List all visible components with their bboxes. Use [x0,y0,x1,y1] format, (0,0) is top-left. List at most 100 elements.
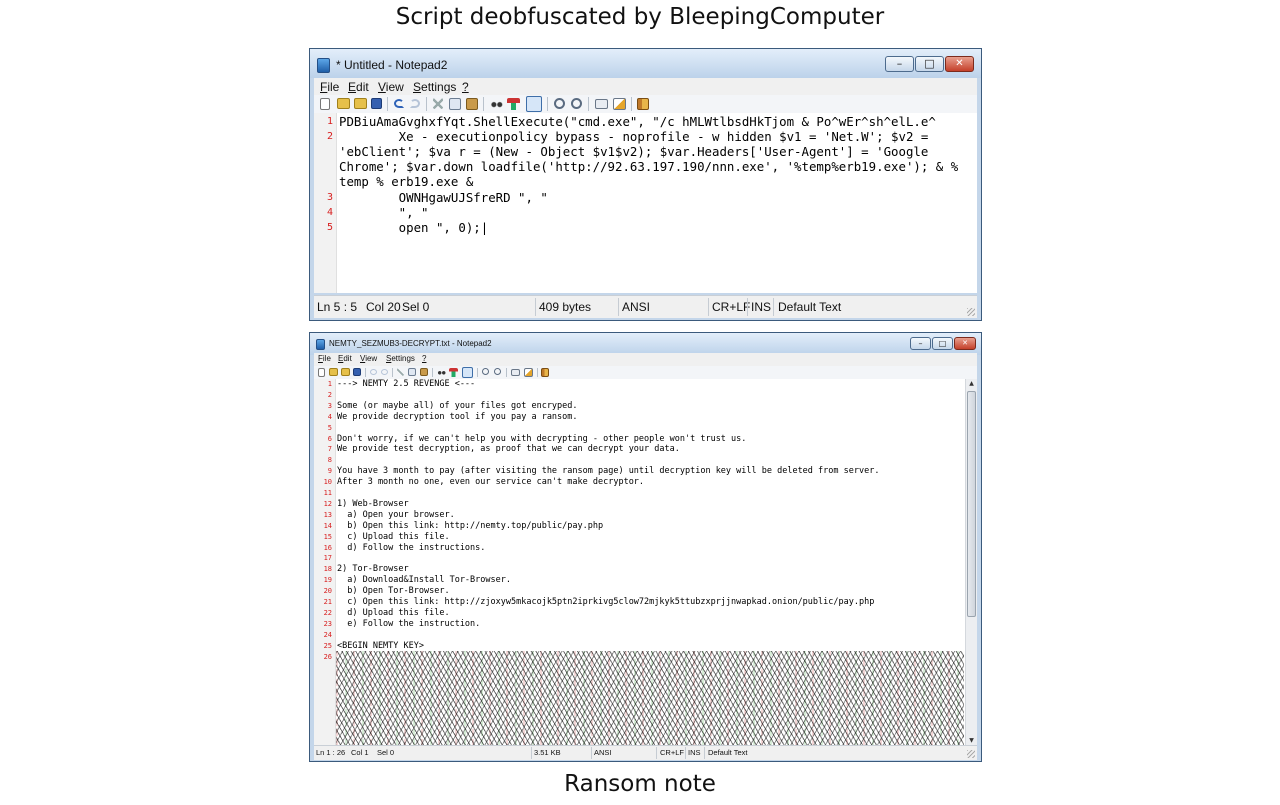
code-line: We provide decryption tool if you pay a … [337,411,578,422]
code-line: We provide test decryption, as proof tha… [337,444,680,455]
browse-folder-icon[interactable] [341,368,350,376]
menu-edit[interactable]: Edit [348,80,369,94]
menu-settings[interactable]: Settings [386,354,415,363]
title-bar[interactable]: NEMTY_SEZMUB3-DECRYPT.txt - Notepad2 – □… [310,333,981,355]
line-number-gutter: 1 2 3 4 5 [314,113,337,293]
redo-icon [381,369,388,375]
menu-settings[interactable]: Settings [413,80,456,94]
new-file-icon[interactable] [318,368,325,377]
find-icon[interactable] [490,98,503,109]
menu-edit[interactable]: Edit [338,354,352,363]
replace-icon[interactable] [507,98,520,110]
menu-view[interactable]: View [360,354,377,363]
maximize-button[interactable]: □ [915,56,944,72]
menu-help[interactable]: ? [462,80,469,94]
scheme-icon[interactable] [595,99,608,109]
line-number: 26 [323,652,332,661]
scroll-up-arrow[interactable]: ▲ [966,379,977,389]
line-number: 21 [323,598,332,606]
line-number: 14 [323,521,332,530]
customize-scheme-icon[interactable] [613,98,626,110]
line-number: 25 [323,641,332,650]
status-size: 3.51 KB [534,748,561,757]
status-insert-mode: INS [751,300,772,314]
find-icon[interactable] [437,368,446,376]
scrollbar-thumb[interactable] [967,391,976,617]
word-wrap-icon[interactable] [526,96,542,112]
save-icon[interactable] [371,98,382,109]
code-line: d) Upload this file. [337,607,450,618]
status-column: Col 20 [366,300,401,314]
menu-view[interactable]: View [378,80,404,94]
line-number: 20 [323,587,332,596]
line-number-gutter: 1 2 3 4 5 6 7 8 9 10 11 12 13 14 15 16 17 18 19 20 21 22 23 24 2… [314,379,336,746]
status-scheme: Default Text [778,300,842,314]
word-wrap-icon[interactable] [462,367,473,378]
code-line: a) Download&Install Tor-Browser. [337,575,511,586]
cut-icon [433,98,443,109]
code-line: b) Open Tor-Browser. [337,586,450,597]
open-folder-icon[interactable] [337,98,350,109]
status-column: Col 1 [351,748,369,757]
zoom-in-icon[interactable] [482,368,489,375]
zoom-out-icon[interactable] [494,368,501,375]
paste-icon[interactable] [466,98,478,110]
zoom-in-icon[interactable] [554,98,565,109]
line-number: 9 [327,467,332,476]
customize-scheme-icon[interactable] [524,368,533,377]
window-title: * Untitled - Notepad2 [336,58,448,72]
menu-help[interactable]: ? [422,354,426,363]
new-file-icon[interactable] [320,98,330,110]
menu-file[interactable]: File [318,354,331,363]
line-number: 10 [323,478,332,487]
exit-icon[interactable] [637,98,649,110]
code-line: <BEGIN NEMTY KEY> [337,640,424,651]
line-number: 23 [323,619,332,628]
resize-grip[interactable] [967,750,975,758]
close-button[interactable]: ✕ [945,56,974,72]
line-number: 12 [323,499,332,508]
zoom-out-icon[interactable] [571,98,582,109]
code-line: 2) Tor-Browser [337,564,409,575]
line-number: 13 [323,510,332,519]
code-line: Some (or maybe all) of your files got en… [337,400,578,411]
status-bar: Ln 1 : 26 Col 1 Sel 0 3.51 KB ANSI CR+LF… [314,745,977,760]
resize-grip[interactable] [967,308,975,316]
copy-icon[interactable] [408,368,416,376]
exit-icon[interactable] [541,368,549,377]
status-size: 409 bytes [539,300,592,314]
minimize-button[interactable]: – [885,56,914,72]
line-number: 11 [323,489,332,497]
encrypted-key-block [336,651,964,746]
line-number: 2 [326,131,333,143]
line-number: 6 [327,434,332,443]
code-line: OWNHgawUJSfreRD ", " [339,189,548,205]
text-editor[interactable]: 1 2 3 4 5 PDBiuAmaGvghxfYqt.ShellExecute("cm… [314,113,977,293]
menu-file[interactable]: File [320,80,339,94]
vertical-scrollbar[interactable]: ▲ ▼ [965,379,977,746]
maximize-button[interactable]: □ [932,337,953,350]
status-position: Ln 5 : 5 [317,300,358,314]
notepad-app-icon [316,339,325,350]
minimize-button[interactable]: – [910,337,931,350]
status-encoding: ANSI [622,300,651,314]
text-editor[interactable]: 1 2 3 4 5 6 7 8 9 10 11 12 13 14 15 16 17 18 19 20 21 22 23 24 2… [314,379,977,746]
copy-icon[interactable] [449,98,461,110]
line-number: 17 [323,554,332,563]
line-number: 7 [327,445,332,454]
line-number: 4 [326,206,333,218]
code-line: a) Open your browser. [337,509,455,520]
code-line: temp % erb19.exe & [339,174,474,190]
undo-icon[interactable] [394,99,404,108]
paste-icon[interactable] [420,368,428,376]
code-line: c) Upload this file. [337,531,450,542]
save-icon[interactable] [353,368,361,376]
title-bar[interactable]: * Untitled - Notepad2 – □ ✕ [310,49,981,78]
scheme-icon[interactable] [511,369,520,376]
code-line: 1) Web-Browser [337,498,409,509]
open-folder-icon[interactable] [329,368,338,376]
replace-icon[interactable] [449,368,458,377]
status-selection: Sel 0 [402,300,430,314]
browse-folder-icon[interactable] [354,98,367,109]
close-button[interactable]: ✕ [954,337,976,350]
